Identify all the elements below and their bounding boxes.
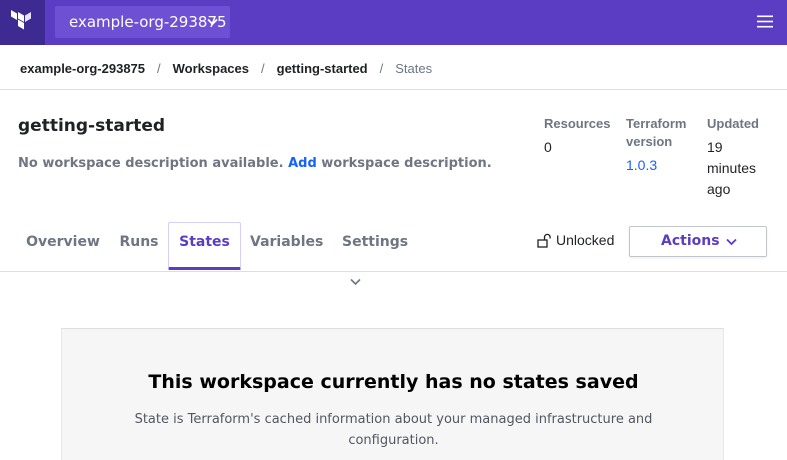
lock-status[interactable]: Unlocked <box>537 232 614 248</box>
empty-states-panel: This workspace currently has no states s… <box>61 328 724 460</box>
updated-value-line2: minutes <box>707 160 757 176</box>
workspace-title: getting-started <box>18 116 166 136</box>
chevron-down-icon <box>207 18 218 26</box>
breadcrumb-item-workspaces[interactable]: Workspaces <box>173 61 249 76</box>
terraform-version-meta: Terraform version 1.0.3 <box>626 115 690 176</box>
empty-state-description: State is Terraform's cached information … <box>134 412 653 448</box>
tab-overview[interactable]: Overview <box>18 222 108 270</box>
resources-meta: Resources 0 <box>544 115 614 158</box>
updated-label: Updated <box>707 116 759 131</box>
terraform-version-label-line1: Terraform <box>626 116 687 131</box>
unlocked-padlock-icon <box>537 233 551 248</box>
breadcrumb-current: States <box>395 60 433 76</box>
top-navigation-bar: example-org-293875 <box>0 0 787 45</box>
breadcrumb-item-organization[interactable]: example-org-293875 <box>20 61 145 76</box>
chevron-down-icon <box>350 278 361 286</box>
breadcrumb-separator: / <box>379 60 384 76</box>
organization-switcher[interactable]: example-org-293875 <box>55 6 230 38</box>
breadcrumb: example-org-293875 / Workspaces / gettin… <box>20 59 432 77</box>
description-suffix: workspace description. <box>321 156 492 171</box>
header-divider <box>0 89 787 90</box>
resources-value: 0 <box>544 139 552 155</box>
tabs-divider <box>0 271 787 272</box>
terraform-version-label-line2: version <box>626 134 673 149</box>
actions-dropdown-button[interactable]: Actions <box>629 226 767 257</box>
description-prefix: No workspace description available. <box>18 156 284 171</box>
lock-status-label: Unlocked <box>556 232 615 248</box>
organization-name: example-org-293875 <box>69 13 227 31</box>
empty-state-title: This workspace currently has no states s… <box>148 371 639 393</box>
hamburger-menu-icon[interactable] <box>757 15 773 28</box>
terraform-logo[interactable] <box>0 0 45 45</box>
tab-runs[interactable]: Runs <box>116 222 162 270</box>
resources-label: Resources <box>544 116 611 131</box>
workspace-description: No workspace description available. Add … <box>18 156 492 171</box>
updated-value: 19 minutes ago <box>707 137 771 200</box>
chevron-down-icon <box>726 238 737 246</box>
terraform-logo-icon <box>11 10 31 30</box>
breadcrumb-separator: / <box>261 60 265 76</box>
updated-meta: Updated 19 minutes ago <box>707 115 771 200</box>
updated-value-line1: 19 <box>707 139 723 155</box>
breadcrumb-separator: / <box>157 60 161 76</box>
tab-states[interactable]: States <box>168 222 241 270</box>
actions-label: Actions <box>661 233 720 249</box>
tab-settings-label: Settings <box>342 234 409 250</box>
updated-value-line3: ago <box>707 181 731 197</box>
terraform-version-link[interactable]: 1.0.3 <box>626 155 690 176</box>
add-description-link[interactable]: Add <box>288 156 317 171</box>
tab-variables[interactable]: Variables <box>250 222 323 270</box>
breadcrumb-item-workspace[interactable]: getting-started <box>277 61 368 76</box>
tab-settings[interactable]: Settings <box>342 222 428 286</box>
